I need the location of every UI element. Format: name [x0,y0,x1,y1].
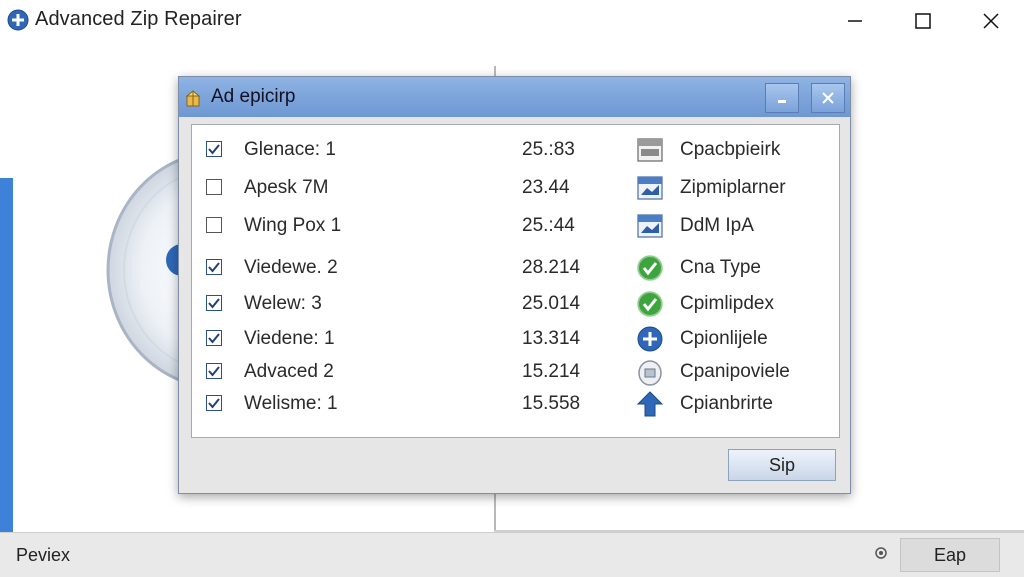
row-type: Cpanipoviele [680,361,790,382]
list-item[interactable]: Wing Pox 1 25.:44 DdM IpA [192,209,839,243]
app-plus-icon [7,9,29,31]
status-action-button[interactable]: Eap [900,538,1000,572]
list-item[interactable]: Welew: 3 25.014 Cpimlipdex [192,287,839,321]
window-title: Advanced Zip Repairer [35,8,242,30]
checkmark-icon [208,298,220,309]
document-gray-icon [635,135,665,165]
dialog-title: Ad epicirp [211,86,296,107]
row-name: Viedewe. 2 [244,257,338,278]
dialog-action-button[interactable]: Sip [728,449,836,481]
row-checkbox[interactable] [206,395,222,411]
status-indicator-icon [874,546,888,560]
row-checkbox[interactable] [206,295,222,311]
close-button[interactable] [968,4,1014,38]
row-value: 13.314 [522,328,581,349]
main-title-bar: Advanced Zip Repairer [0,0,1024,44]
row-type: Cna Type [680,257,761,278]
checkmark-icon [208,333,220,344]
list-item[interactable]: Advaced 2 15.214 Cpanipoviele [192,355,839,389]
dialog-minimize-button[interactable] [765,83,799,113]
package-icon [185,89,203,107]
row-checkbox[interactable] [206,259,222,275]
status-text: Peviex [16,545,71,565]
checkmark-icon [208,144,220,155]
row-name: Viedene: 1 [244,328,335,349]
row-type: Cpionlijele [680,328,768,349]
list-item[interactable]: Glenace: 1 25.:83 Cpacbpieirk [192,133,839,167]
check-green-icon [635,289,665,319]
list-item[interactable]: Welisme: 1 15.558 Cpianbrirte [192,387,839,421]
row-type: Cpacbpieirk [680,139,781,160]
row-type: Cpimlipdex [680,293,774,314]
row-name: Glenace: 1 [244,139,336,160]
row-value: 25.014 [522,293,581,314]
row-value: 25.:83 [522,139,575,160]
minimize-button[interactable] [832,4,878,38]
arrow-up-blue-icon [635,389,665,419]
row-value: 28.214 [522,257,581,278]
row-name: Apesk 7M [244,177,329,198]
document-blue-icon [635,173,665,203]
row-name: Welew: 3 [244,293,322,314]
checkmark-icon [208,262,220,273]
dialog-title-bar: Ad epicirp [179,77,850,117]
disc-gray-icon [635,357,665,387]
row-name: Welisme: 1 [244,393,338,414]
row-type: Zipmiplarner [680,177,786,198]
row-name: Advaced 2 [244,361,334,382]
list-item[interactable]: Apesk 7M 23.44 Zipmiplarner [192,171,839,205]
dialog-window: Ad epicirp Glenace: 1 25.:83 Cpacbpieirk Ap… [178,76,851,494]
left-accent-bar [0,178,13,532]
row-checkbox[interactable] [206,330,222,346]
row-value: 25.:44 [522,215,575,236]
close-icon [983,13,999,29]
dialog-close-button[interactable] [811,83,845,113]
row-type: Cpianbrirte [680,393,773,414]
row-name: Wing Pox 1 [244,215,342,236]
minimize-icon [778,100,786,103]
close-icon [822,92,834,104]
row-checkbox[interactable] [206,179,222,195]
minimize-icon [848,20,862,22]
row-value: 23.44 [522,177,570,198]
row-type: DdM IpA [680,215,754,236]
document-blue-icon [635,211,665,241]
row-checkbox[interactable] [206,217,222,233]
list-item[interactable]: Viedewe. 2 28.214 Cna Type [192,251,839,285]
plus-blue-icon [635,324,665,354]
row-checkbox[interactable] [206,363,222,379]
checkmark-icon [208,398,220,409]
check-green-icon [635,253,665,283]
maximize-icon [915,13,931,29]
row-value: 15.214 [522,361,581,382]
row-value: 15.558 [522,393,581,414]
maximize-button[interactable] [900,4,946,38]
list-item[interactable]: Viedene: 1 13.314 Cpionlijele [192,322,839,356]
row-checkbox[interactable] [206,141,222,157]
file-list: Glenace: 1 25.:83 Cpacbpieirk Apesk 7M 23.44… [191,124,840,438]
checkmark-icon [208,366,220,377]
status-bar: Peviex [0,532,1024,577]
